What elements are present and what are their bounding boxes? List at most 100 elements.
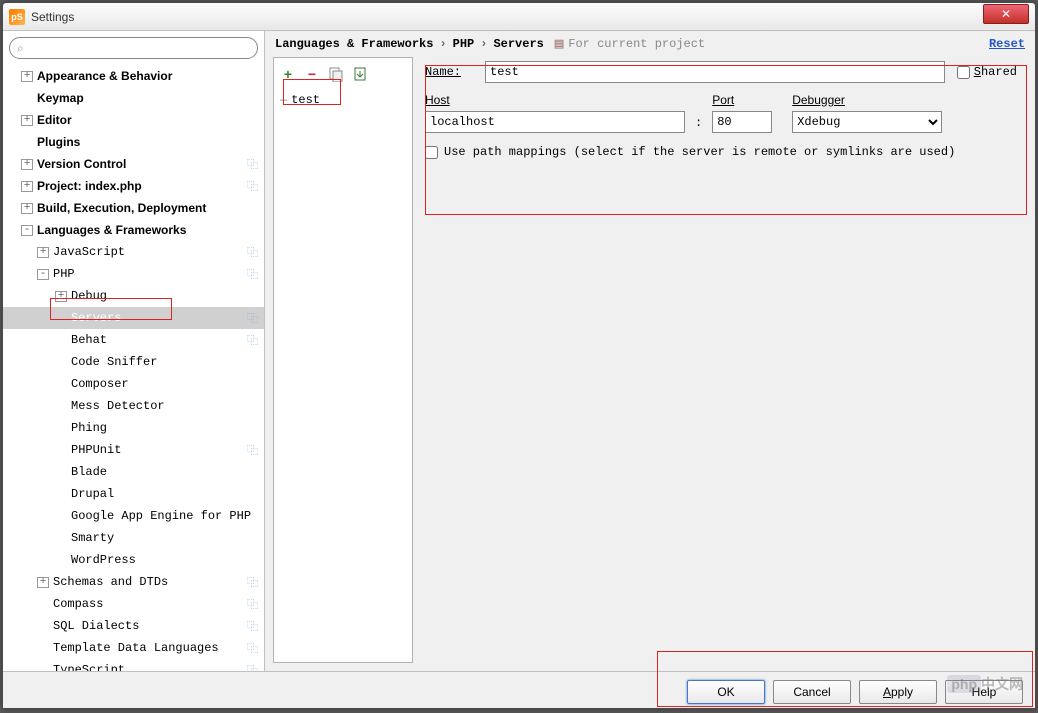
tree-item[interactable]: Behat⿻: [3, 329, 264, 351]
tree-item[interactable]: Compass⿻: [3, 593, 264, 615]
tree-item[interactable]: +Version Control⿻: [3, 153, 264, 175]
expand-icon[interactable]: +: [21, 159, 33, 170]
debugger-col: Debugger Xdebug: [792, 93, 942, 133]
expand-icon[interactable]: +: [21, 181, 33, 192]
help-button[interactable]: Help: [945, 680, 1023, 704]
scope-icon: ⿻: [247, 574, 258, 590]
apply-button[interactable]: Apply: [859, 680, 937, 704]
import-button[interactable]: [350, 64, 370, 84]
expand-icon[interactable]: +: [37, 247, 49, 258]
close-button[interactable]: ✕: [983, 4, 1029, 24]
tree-item[interactable]: +Debug: [3, 285, 264, 307]
item-bullet: —: [280, 93, 287, 107]
expand-icon[interactable]: +: [21, 203, 33, 214]
tree-item-label: Mess Detector: [71, 399, 165, 413]
copy-button[interactable]: [326, 64, 346, 84]
breadcrumb-sep: ›: [439, 37, 446, 51]
scope-icon: ⿻: [247, 266, 258, 282]
tree-item[interactable]: Mess Detector: [3, 395, 264, 417]
tree-item-label: PHP: [53, 267, 75, 281]
tree-item[interactable]: Servers⿻: [3, 307, 264, 329]
pathmap-label[interactable]: Use path mappings (select if the server …: [444, 145, 955, 159]
tree-item[interactable]: +Editor: [3, 109, 264, 131]
tree-item[interactable]: TypeScript⿻: [3, 659, 264, 671]
tree-item-label: Project: index.php: [37, 179, 142, 193]
remove-button[interactable]: −: [302, 64, 322, 84]
main-body: + − — test: [265, 57, 1035, 671]
tree-item[interactable]: Template Data Languages ⿻: [3, 637, 264, 659]
host-input[interactable]: [425, 111, 685, 133]
settings-tree[interactable]: + Appearance & Behavior Keymap+EditorPlugi…: [3, 65, 264, 671]
tree-item[interactable]: +Build, Execution, Deployment: [3, 197, 264, 219]
reset-link[interactable]: Reset: [989, 37, 1025, 51]
breadcrumb-seg[interactable]: PHP: [453, 37, 475, 51]
tree-item-label: SQL Dialects: [53, 619, 139, 633]
server-list-item[interactable]: — test: [274, 90, 412, 110]
tree-item[interactable]: Smarty: [3, 527, 264, 549]
import-icon: [352, 66, 368, 82]
scope-icon: ⿻: [247, 640, 258, 656]
name-row: Name: Shared: [425, 61, 1017, 83]
tree-item-label: WordPress: [71, 553, 136, 567]
expand-icon[interactable]: -: [37, 269, 49, 280]
tree-item[interactable]: Drupal: [3, 483, 264, 505]
shared-checkbox[interactable]: [957, 66, 970, 79]
tree-item-label: Appearance & Behavior: [37, 69, 172, 83]
tree-item[interactable]: -PHP ⿻: [3, 263, 264, 285]
add-button[interactable]: +: [278, 64, 298, 84]
search-input[interactable]: [9, 37, 258, 59]
expand-icon[interactable]: +: [55, 291, 67, 302]
tree-item[interactable]: Composer: [3, 373, 264, 395]
tree-item[interactable]: SQL Dialects⿻: [3, 615, 264, 637]
expand-icon: [55, 533, 67, 544]
expand-icon: [21, 93, 33, 104]
tree-item[interactable]: +Schemas and DTDs⿻: [3, 571, 264, 593]
tree-item[interactable]: +JavaScript⿻: [3, 241, 264, 263]
server-list-panel: + − — test: [273, 57, 413, 663]
expand-icon: [55, 423, 67, 434]
cancel-button[interactable]: Cancel: [773, 680, 851, 704]
expand-icon: [55, 555, 67, 566]
expand-icon: [55, 467, 67, 478]
tree-item[interactable]: Phing: [3, 417, 264, 439]
tree-item-label: PHPUnit: [71, 443, 121, 457]
expand-icon[interactable]: -: [21, 225, 33, 236]
tree-item-label: JavaScript: [53, 245, 125, 259]
port-input[interactable]: [712, 111, 772, 133]
expand-icon: [37, 643, 49, 654]
name-input[interactable]: [485, 61, 945, 83]
ok-button[interactable]: OK: [687, 680, 765, 704]
app-icon: pS: [9, 9, 25, 25]
tree-item[interactable]: Keymap: [3, 87, 264, 109]
tree-item-label: Drupal: [71, 487, 114, 501]
tree-item[interactable]: -Languages & Frameworks: [3, 219, 264, 241]
tree-item[interactable]: + Project: index.php ⿻: [3, 175, 264, 197]
shared-label[interactable]: Shared: [974, 65, 1017, 79]
tree-item-label: Template Data Languages: [53, 641, 219, 655]
tree-item[interactable]: WordPress: [3, 549, 264, 571]
tree-item[interactable]: + Appearance & Behavior: [3, 65, 264, 87]
expand-icon[interactable]: +: [37, 577, 49, 588]
tree-item[interactable]: Blade: [3, 461, 264, 483]
debugger-select[interactable]: Xdebug: [792, 111, 942, 133]
tree-item-label: Code Sniffer: [71, 355, 157, 369]
expand-icon: [55, 511, 67, 522]
sidebar: ⌕ +Appearance & BehaviorKeymap+EditorPlu…: [3, 31, 265, 671]
breadcrumb-seg[interactable]: Languages & Frameworks: [275, 37, 433, 51]
scope-icon: ⿻: [247, 156, 258, 172]
breadcrumb-seg[interactable]: Servers: [493, 37, 543, 51]
breadcrumb: Languages & Frameworks › PHP › Servers ▤…: [265, 31, 1035, 57]
expand-icon: [55, 445, 67, 456]
titlebar[interactable]: pS Settings ✕: [3, 3, 1035, 31]
tree-item[interactable]: Plugins: [3, 131, 264, 153]
host-label: Host: [425, 93, 685, 107]
tree-item[interactable]: Google App Engine for PHP: [3, 505, 264, 527]
content: ⌕ +Appearance & BehaviorKeymap+EditorPlu…: [3, 31, 1035, 671]
expand-icon[interactable]: +: [21, 115, 33, 126]
tree-item[interactable]: Code Sniffer: [3, 351, 264, 373]
tree-item[interactable]: PHPUnit⿻: [3, 439, 264, 461]
scope-icon: ⿻: [247, 178, 258, 194]
tree-item-label: Smarty: [71, 531, 114, 545]
pathmap-checkbox[interactable]: [425, 146, 438, 159]
expand-icon[interactable]: +: [21, 71, 33, 82]
